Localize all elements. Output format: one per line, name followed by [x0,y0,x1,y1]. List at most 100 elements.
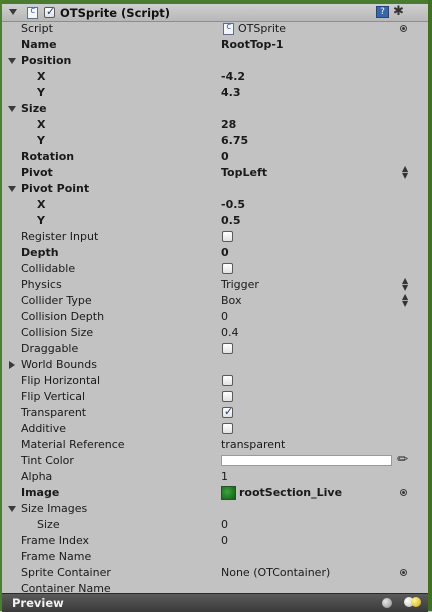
field-flip-horizontal: Flip Horizontal [0,373,428,389]
field-label: X [37,198,46,211]
pivot-dropdown[interactable]: TopLeft [221,166,267,179]
field-pivot-point[interactable]: Pivot Point [0,181,428,197]
pivot-point-x-field[interactable]: -0.5 [221,198,245,211]
fold-arrow-icon[interactable] [9,9,17,15]
field-label: Frame Index [21,534,90,547]
preview-bar[interactable]: Preview [2,593,428,612]
dropdown-arrows-icon[interactable]: ▲ ▼ [402,165,408,180]
collider-type-dropdown[interactable]: Box [221,294,241,307]
sprite-container-field[interactable]: None (OTContainer) [221,566,330,579]
help-book-icon[interactable]: ? [376,6,389,18]
frame-index-field[interactable]: 0 [221,534,228,547]
pivot-point-y-field[interactable]: 0.5 [221,214,241,227]
field-label: Size [37,518,60,531]
fold-arrow-icon[interactable] [8,58,16,64]
preview-title: Preview [12,596,64,610]
material-reference-field[interactable]: transparent [221,438,285,451]
field-image: Image rootSection_Live [0,485,428,501]
collision-depth-field[interactable]: 0 [221,310,228,323]
name-field[interactable]: RootTop-1 [221,38,284,51]
field-label: Physics [21,278,62,291]
register-input-checkbox[interactable] [222,231,233,242]
field-world-bounds[interactable]: World Bounds [0,357,428,373]
field-label: Flip Vertical [21,390,86,403]
field-collidable: Collidable [0,261,428,277]
draggable-checkbox[interactable] [222,343,233,354]
fold-arrow-icon[interactable] [8,186,16,192]
field-label: Name [21,38,57,51]
fold-arrow-icon[interactable] [9,361,15,369]
collidable-checkbox[interactable] [222,263,233,274]
preview-settings-icon[interactable] [382,598,392,608]
field-material-reference: Material Reference transparent [0,437,428,453]
field-size-images[interactable]: Size Images [0,501,428,517]
gear-icon[interactable]: ✱ [393,4,404,19]
position-y-field[interactable]: 4.3 [221,86,241,99]
field-collider-type: Collider Type Box ▲ ▼ [0,293,428,309]
collision-size-field[interactable]: 0.4 [221,326,239,339]
image-field[interactable]: rootSection_Live [239,486,342,499]
field-label: Y [37,214,45,227]
field-label: Transparent [21,406,87,419]
window-frame-right [428,0,432,611]
field-name: Name RootTop-1 [0,37,428,53]
field-label: Rotation [21,150,75,163]
dropdown-arrows-icon[interactable]: ▲ ▼ [402,277,408,292]
field-flip-vertical: Flip Vertical [0,389,428,405]
component-title: OTSprite (Script) [60,6,171,20]
size-x-field[interactable]: 28 [221,118,236,131]
field-position-x: X -4.2 [0,69,428,85]
rotation-field[interactable]: 0 [221,150,229,163]
color-channels-icon[interactable] [404,597,422,608]
fold-arrow-icon[interactable] [8,106,16,112]
field-label: Additive [21,422,66,435]
field-size[interactable]: Size [0,101,428,117]
field-label: X [37,118,46,131]
script-icon [27,6,38,19]
field-label: Position [21,54,72,67]
position-x-field[interactable]: -4.2 [221,70,245,83]
flip-vertical-checkbox[interactable] [222,391,233,402]
dropdown-arrows-icon[interactable]: ▲ ▼ [402,293,408,308]
field-position[interactable]: Position [0,53,428,69]
script-value[interactable]: OTSprite [238,22,286,35]
field-size-x: X 28 [0,117,428,133]
field-depth: Depth 0 [0,245,428,261]
eyedropper-icon[interactable]: ✎ [394,450,412,468]
field-rotation: Rotation 0 [0,149,428,165]
component-enabled-checkbox[interactable]: ✓ [44,5,55,18]
object-picker-icon[interactable] [400,489,407,496]
field-label: Image [21,486,60,499]
field-label: World Bounds [21,358,97,371]
field-label: Draggable [21,342,79,355]
field-label: Depth [21,246,59,259]
field-label: Container Name [21,582,111,593]
field-tint-color: Tint Color ✎ [0,450,428,469]
tint-color-swatch[interactable] [221,455,392,466]
alpha-field[interactable]: 1 [221,470,228,483]
field-pivot-point-y: Y 0.5 [0,213,428,229]
component-header[interactable]: ✓ OTSprite (Script) ? ✱ [2,4,428,22]
field-label: Sprite Container [21,566,111,579]
additive-checkbox[interactable] [222,423,233,434]
object-picker-icon[interactable] [400,569,407,576]
fold-arrow-icon[interactable] [8,506,16,512]
field-size-images-size: Size 0 [0,517,428,533]
field-additive: Additive [0,421,428,437]
field-transparent: Transparent ✓ [0,405,428,421]
flip-horizontal-checkbox[interactable] [222,375,233,386]
field-collision-depth: Collision Depth 0 [0,309,428,325]
field-frame-name: Frame Name [0,549,428,565]
physics-dropdown[interactable]: Trigger [221,278,259,291]
field-label: Tint Color [21,454,74,467]
field-label: Size [21,102,47,115]
size-images-size-field[interactable]: 0 [221,518,228,531]
transparent-checkbox[interactable]: ✓ [222,405,233,418]
object-picker-icon[interactable] [400,25,407,32]
script-icon [223,22,234,35]
field-size-y: Y 6.75 [0,133,428,149]
size-y-field[interactable]: 6.75 [221,134,248,147]
field-label: Alpha [21,470,53,483]
field-collision-size: Collision Size 0.4 [0,325,428,341]
depth-field[interactable]: 0 [221,246,229,259]
